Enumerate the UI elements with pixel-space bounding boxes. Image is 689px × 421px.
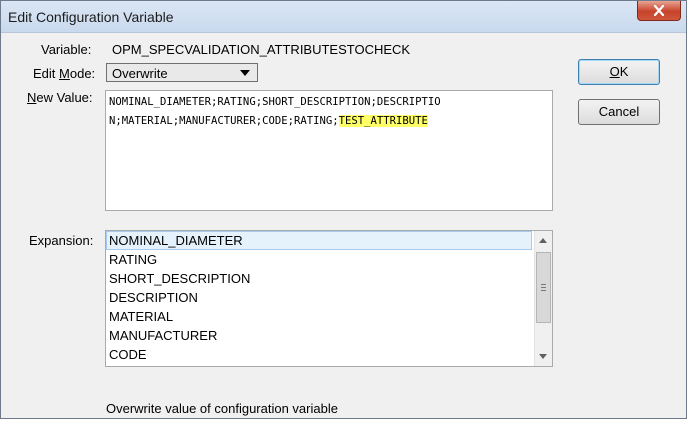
list-item[interactable]: MATERIAL [106,307,532,326]
title-bar[interactable]: Edit Configuration Variable [1,1,686,33]
new-value-label: New Value: [27,90,93,105]
chevron-down-icon [240,70,250,76]
edit-mode-selected: Overwrite [112,66,168,81]
variable-label: Variable: [41,42,92,57]
new-value-textarea[interactable]: NOMINAL_DIAMETER;RATING;SHORT_DESCRIPTIO… [105,90,553,211]
new-value-line-2: N;MATERIAL;MANUFACTURER;CODE;RATING; [109,115,339,127]
grip-line [541,290,546,291]
list-item[interactable]: DESCRIPTION [106,288,532,307]
ok-button[interactable]: OK [578,59,660,85]
variable-value: OPM_SPECVALIDATION_ATTRIBUTESTOCHECK [112,42,411,57]
list-item[interactable]: NOMINAL_DIAMETER [106,231,532,250]
window-title: Edit Configuration Variable [8,9,174,25]
close-button[interactable] [637,1,681,21]
new-value-line-1: NOMINAL_DIAMETER;RATING;SHORT_DESCRIPTIO… [109,96,441,108]
arrow-down-icon[interactable] [539,354,547,359]
list-item[interactable]: CODE [106,345,532,364]
grip-line [541,287,546,288]
edit-mode-label: Edit Mode: [33,66,96,81]
arrow-up-icon[interactable] [539,238,547,243]
scroll-thumb[interactable] [536,252,551,323]
list-item[interactable]: RATING [106,250,532,269]
list-item[interactable]: SHORT_DESCRIPTION [106,269,532,288]
expansion-scrollbar[interactable] [534,231,552,366]
dialog-window: Edit Configuration Variable Variable: OP… [0,0,687,419]
cancel-button[interactable]: Cancel [578,99,660,125]
close-icon [653,5,665,16]
expansion-listbox[interactable]: NOMINAL_DIAMETER RATING SHORT_DESCRIPTIO… [105,230,553,367]
grip-line [541,284,546,285]
new-value-highlight: TEST_ATTRIBUTE [338,115,428,127]
expansion-label: Expansion: [29,233,94,248]
status-text: Overwrite value of configuration variabl… [106,401,338,416]
edit-mode-dropdown[interactable]: Overwrite [106,63,258,82]
list-item[interactable]: MANUFACTURER [106,326,532,345]
